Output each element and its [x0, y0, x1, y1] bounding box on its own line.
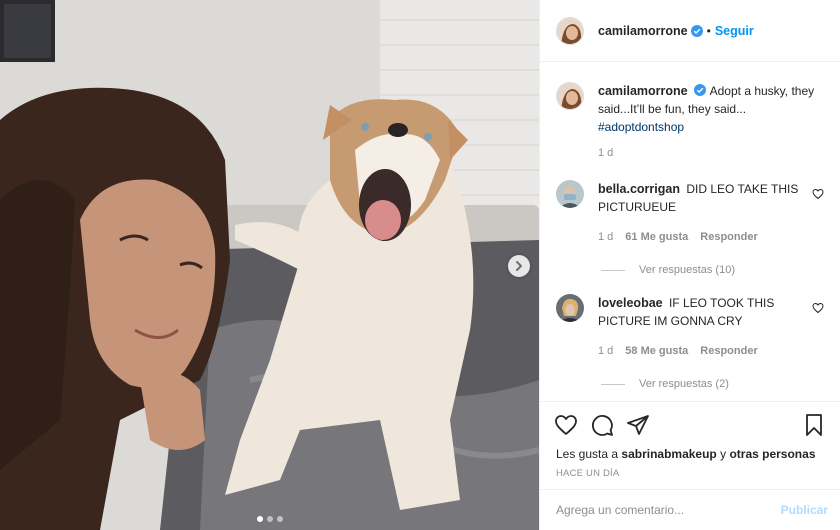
carousel-dot [256, 516, 263, 522]
carousel-next-button[interactable] [508, 255, 530, 277]
add-comment-bar: Publicar [540, 489, 840, 530]
comments-list[interactable]: camilamorrone Adopt a husky, they said...… [540, 62, 840, 402]
comment-time[interactable]: 1 d [598, 342, 613, 360]
avatar-image [556, 294, 584, 322]
save-bookmark-icon[interactable] [802, 413, 826, 437]
like-comment-heart-icon[interactable] [812, 188, 824, 200]
comment-likes[interactable]: 58 Me gusta [625, 342, 688, 360]
like-heart-icon[interactable] [554, 413, 578, 437]
view-replies-label: Ver respuestas (10) [639, 264, 735, 276]
comment-time[interactable]: 1 d [598, 228, 613, 246]
likes-user[interactable]: sabrinabmakeup [621, 447, 716, 461]
replies-divider [601, 383, 625, 385]
avatar[interactable] [556, 16, 584, 45]
comment-likes[interactable]: 61 Me gusta [625, 228, 688, 246]
share-paper-plane-icon[interactable] [626, 413, 650, 437]
header-username[interactable]: camilamorrone [598, 24, 688, 38]
post-actions: Les gusta a sabrinabmakeup y otras perso… [540, 401, 840, 479]
avatar[interactable] [556, 180, 584, 208]
verified-badge-icon [690, 24, 703, 37]
post-timestamp[interactable]: HACE UN DÍA [554, 468, 826, 479]
post-header: camilamorrone • Seguir [540, 0, 840, 62]
caption-time[interactable]: 1 d [598, 144, 613, 162]
avatar[interactable] [556, 294, 584, 322]
photo-scene [0, 0, 539, 530]
carousel-dot [276, 516, 283, 522]
caption: camilamorrone Adopt a husky, they said...… [556, 82, 824, 162]
comment-item: bella.corrigan DID LEO TAKE THIS PICTURU… [556, 180, 824, 246]
view-replies-label: Ver respuestas (2) [639, 378, 729, 390]
avatar-image [556, 180, 584, 208]
verified-badge-icon [693, 84, 706, 96]
reply-button[interactable]: Responder [700, 228, 757, 246]
likes-others[interactable]: otras personas [729, 447, 815, 461]
publish-button[interactable]: Publicar [781, 503, 828, 517]
likes-middle: y [720, 447, 727, 461]
comment-item: loveleobae IF LEO TOOK THIS PICTURE IM G… [556, 294, 824, 360]
reply-button[interactable]: Responder [700, 342, 757, 360]
comment-username[interactable]: bella.corrigan [598, 182, 680, 196]
replies-divider [601, 269, 625, 271]
view-replies-button[interactable]: Ver respuestas (2) [601, 378, 824, 390]
comment-username[interactable]: loveleobae [598, 296, 663, 310]
header-separator: • [706, 23, 711, 38]
view-replies-button[interactable]: Ver respuestas (10) [601, 264, 824, 276]
follow-button[interactable]: Seguir [715, 24, 754, 38]
chevron-right-icon [516, 261, 522, 271]
caption-hashtag[interactable]: #adoptdontshop [598, 120, 684, 134]
avatar-image [557, 83, 583, 109]
post-side-panel: camilamorrone • Seguir camilamorrone Adop… [539, 0, 840, 530]
avatar-image [557, 17, 583, 44]
caption-username[interactable]: camilamorrone [598, 84, 688, 98]
comment-input[interactable] [556, 503, 781, 517]
likes-prefix: Les gusta a [556, 447, 619, 461]
comment-bubble-icon[interactable] [590, 413, 614, 437]
carousel-indicator [0, 516, 539, 522]
likes-summary: Les gusta a sabrinabmakeup y otras perso… [554, 446, 826, 462]
post-photo[interactable] [0, 0, 539, 530]
like-comment-heart-icon[interactable] [812, 302, 824, 314]
avatar[interactable] [556, 82, 584, 110]
carousel-dot [266, 516, 273, 522]
